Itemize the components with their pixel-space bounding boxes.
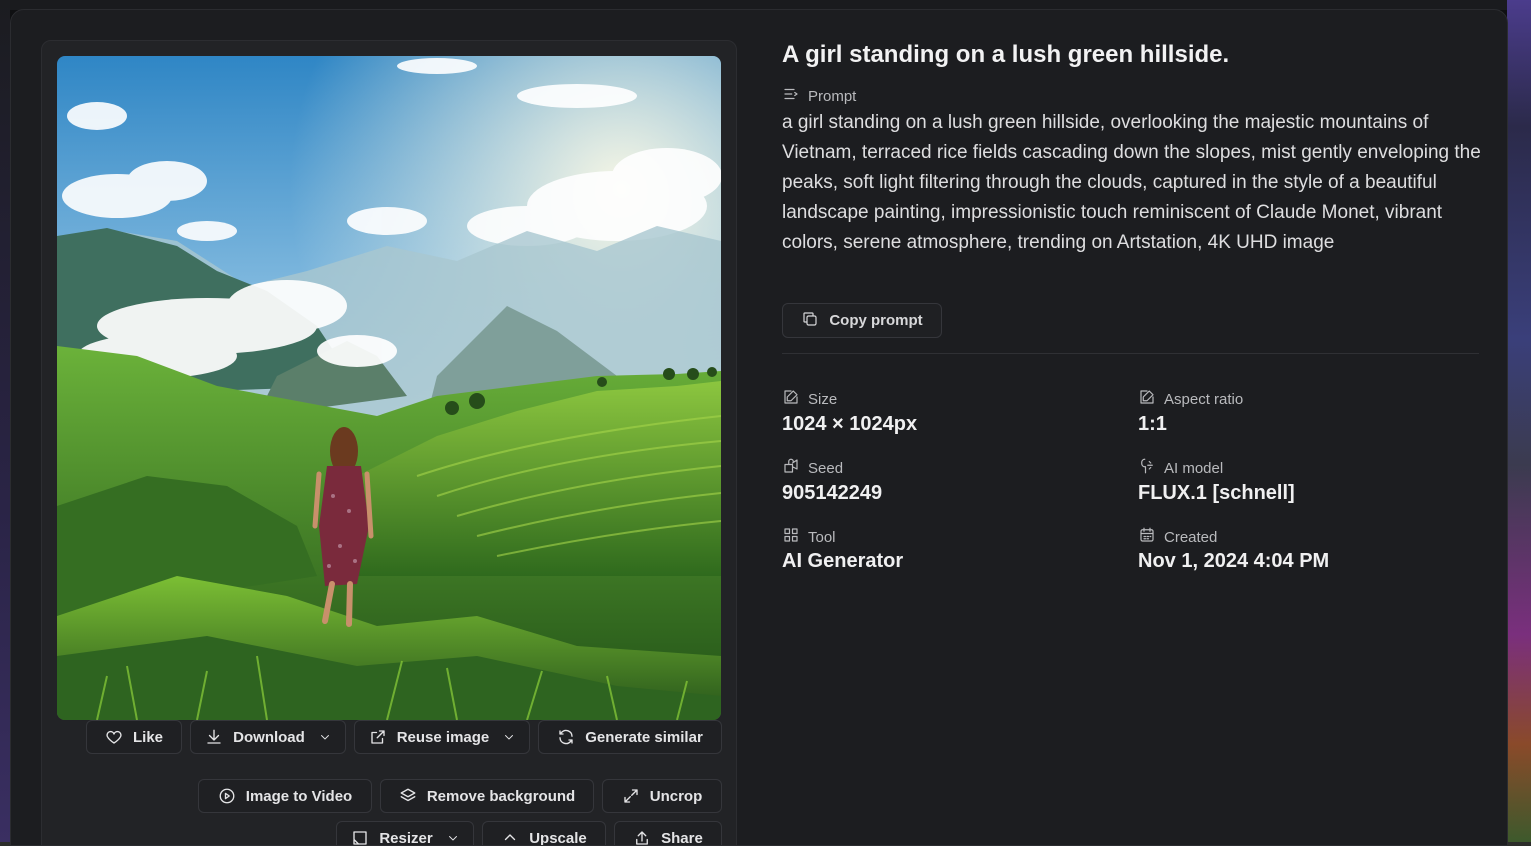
chevron-down-icon[interactable]: [447, 832, 459, 844]
aspect-ratio-value: 1:1: [1138, 413, 1167, 435]
image-detail-modal: Like Download Reuse image Generate simil…: [10, 9, 1508, 846]
reuse-image-button[interactable]: Reuse image: [354, 720, 530, 754]
image-panel: Like Download Reuse image Generate simil…: [41, 40, 737, 845]
play-circle-icon: [218, 787, 236, 805]
prompt-label: Prompt: [782, 85, 856, 107]
copy-icon: [801, 310, 819, 332]
chevron-down-icon[interactable]: [503, 731, 515, 743]
refresh-icon: [557, 728, 575, 746]
size-value: 1024 × 1024px: [782, 413, 918, 435]
backdrop-left: [0, 0, 10, 846]
calendar-icon: [1138, 526, 1156, 548]
resizer-button[interactable]: Resizer: [336, 821, 474, 845]
seed-value: 905142249: [782, 482, 883, 504]
layers-icon: [399, 787, 417, 805]
copy-prompt-button[interactable]: Copy prompt: [782, 303, 942, 338]
created-value: Nov 1, 2024 4:04 PM: [1138, 550, 1330, 572]
share-button[interactable]: Share: [614, 821, 722, 845]
size-label: Size: [782, 388, 837, 410]
seed-label: Seed: [782, 457, 843, 479]
created-label: Created: [1138, 526, 1217, 548]
tool-value: AI Generator: [782, 550, 904, 572]
aspect-ratio-label: Aspect ratio: [1138, 388, 1243, 410]
edit-square-icon: [1138, 388, 1156, 410]
image-title: A girl standing on a lush green hillside…: [782, 41, 1230, 68]
chevron-down-icon[interactable]: [319, 731, 331, 743]
download-button[interactable]: Download: [190, 720, 346, 754]
ai-brain-icon: [1138, 457, 1156, 479]
seed-icon: [782, 457, 800, 479]
backdrop-right: [1507, 0, 1531, 846]
divider: [782, 353, 1479, 354]
image-to-video-button[interactable]: Image to Video: [198, 779, 372, 813]
list-icon: [782, 85, 800, 107]
remove-background-button[interactable]: Remove background: [380, 779, 594, 813]
generate-similar-button[interactable]: Generate similar: [538, 720, 722, 754]
external-link-icon: [369, 728, 387, 746]
grid-icon: [782, 526, 800, 548]
landscape-illustration: [57, 56, 721, 720]
chevron-up-icon: [501, 829, 519, 845]
share-icon: [633, 829, 651, 845]
download-icon: [205, 728, 223, 746]
uncrop-button[interactable]: Uncrop: [602, 779, 722, 813]
tool-label: Tool: [782, 526, 836, 548]
prompt-text: a girl standing on a lush green hillside…: [782, 112, 1481, 253]
expand-icon: [622, 787, 640, 805]
upscale-button[interactable]: Upscale: [482, 821, 606, 845]
ai-model-value: FLUX.1 [schnell]: [1138, 482, 1295, 504]
heart-icon: [105, 728, 123, 746]
generated-image[interactable]: [57, 56, 721, 720]
like-button[interactable]: Like: [86, 720, 182, 754]
edit-square-icon: [782, 388, 800, 410]
ai-model-label: AI model: [1138, 457, 1223, 479]
resize-icon: [351, 829, 369, 845]
